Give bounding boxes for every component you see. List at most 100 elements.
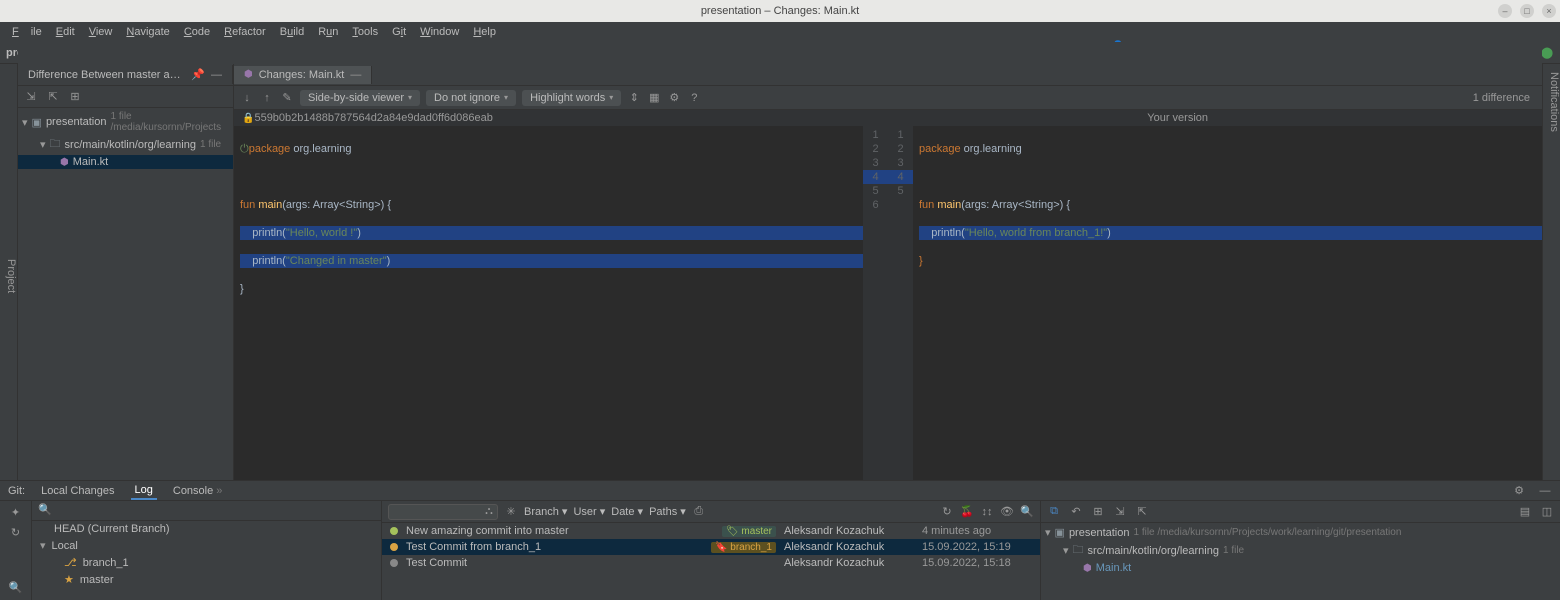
- menu-tools[interactable]: Tools: [346, 24, 384, 40]
- branch-item[interactable]: ★master: [32, 571, 381, 588]
- menu-window[interactable]: Window: [414, 24, 465, 40]
- revert-icon[interactable]: ↶: [1069, 505, 1083, 519]
- filter-paths[interactable]: Paths ▾: [649, 505, 686, 518]
- ignore-dropdown[interactable]: Do not ignore: [426, 90, 516, 106]
- tree-root[interactable]: ▾▣ presentation 1 file /media/kursornn/P…: [1041, 525, 1560, 540]
- close-tab-icon[interactable]: —: [350, 69, 361, 81]
- next-change-icon[interactable]: ↑: [260, 91, 274, 105]
- right-pane[interactable]: package org.learning fun main(args: Arra…: [913, 126, 1542, 480]
- options-icon[interactable]: ↕↕: [980, 505, 994, 519]
- star-icon: ★: [64, 573, 74, 586]
- search-icon[interactable]: 🔍: [9, 580, 23, 594]
- commit-row[interactable]: New amazing commit into master🏷 masterAl…: [382, 523, 1040, 539]
- pin-icon[interactable]: 📌: [191, 68, 205, 81]
- sync-scroll-icon[interactable]: ▦: [647, 91, 661, 105]
- ide-updates-icon[interactable]: ⬤: [1540, 46, 1554, 60]
- menu-help[interactable]: Help: [467, 24, 502, 40]
- commit-dot-icon: [390, 559, 398, 567]
- expand-icon[interactable]: ⇲: [24, 90, 38, 104]
- tree-folder[interactable]: ▾ 🗀 src/main/kotlin/org/learning 1 file: [1041, 540, 1560, 561]
- highlight-dropdown[interactable]: Highlight words: [522, 90, 621, 106]
- changes-tree: ▾▣ presentation 1 file /media/kursornn/P…: [18, 108, 233, 171]
- menu-navigate[interactable]: Navigate: [120, 24, 175, 40]
- menu-code[interactable]: Code: [178, 24, 216, 40]
- close-tab-icon[interactable]: —: [211, 69, 222, 81]
- commit-hash: 559b0b2b1488b787564d2a84e9dad0ff6d086eab: [254, 112, 492, 124]
- detail-tree: ▾▣ presentation 1 file /media/kursornn/P…: [1041, 523, 1560, 577]
- jump-source-icon[interactable]: ✎: [280, 91, 294, 105]
- tree-file[interactable]: ⬢ Main.kt: [18, 155, 233, 169]
- collapse-unchanged-icon[interactable]: ⇕: [627, 91, 641, 105]
- bottom-tabs: Git: Local Changes Log Console » ⚙ —: [0, 481, 1560, 501]
- revision-bar: 🔒 559b0b2b1488b787564d2a84e9dad0ff6d086e…: [234, 110, 1542, 126]
- commit-row[interactable]: Test CommitAleksandr Kozachuk15.09.2022,…: [382, 555, 1040, 571]
- preview-icon[interactable]: ▤: [1518, 505, 1532, 519]
- right-tool-stripe[interactable]: Notifications: [1542, 64, 1560, 480]
- bottom-panel: Git: Local Changes Log Console » ⚙ — ✦ ↻…: [0, 480, 1560, 600]
- menu-build[interactable]: Build: [274, 24, 310, 40]
- menu-file[interactable]: File: [6, 24, 48, 40]
- bottom-label-git: Git:: [8, 485, 25, 497]
- filter-icon[interactable]: ⛬: [482, 505, 496, 519]
- left-code[interactable]: ⏻package org.learning fun main(args: Arr…: [234, 126, 863, 480]
- collapse-icon[interactable]: ⇱: [46, 90, 60, 104]
- help-icon[interactable]: ?: [687, 91, 701, 105]
- regex-icon[interactable]: ✳: [504, 505, 518, 519]
- tree-root[interactable]: ▾▣ presentation 1 file /media/kursornn/P…: [18, 110, 233, 134]
- prev-change-icon[interactable]: ↓: [240, 91, 254, 105]
- branch-item[interactable]: ⎇branch_1: [32, 554, 381, 571]
- right-code[interactable]: package org.learning fun main(args: Arra…: [913, 126, 1542, 480]
- commit-dot-icon: [390, 527, 398, 535]
- left-tool-stripe[interactable]: Project: [0, 64, 18, 480]
- collapse-icon[interactable]: ⇱: [1135, 505, 1149, 519]
- menu-run[interactable]: Run: [312, 24, 344, 40]
- branch-search[interactable]: 🔍: [32, 501, 381, 521]
- cherry-pick-icon[interactable]: 🍒: [960, 505, 974, 519]
- find-icon[interactable]: 🔍: [1020, 505, 1034, 519]
- close-button[interactable]: ×: [1542, 4, 1556, 18]
- maximize-button[interactable]: □: [1520, 4, 1534, 18]
- branch-local-group[interactable]: ▾Local: [32, 537, 381, 554]
- filter-branch[interactable]: Branch ▾: [524, 505, 567, 518]
- minimize-button[interactable]: –: [1498, 4, 1512, 18]
- layout-icon[interactable]: ◫: [1540, 505, 1554, 519]
- hide-icon[interactable]: —: [1538, 484, 1552, 498]
- settings-icon[interactable]: ⚙: [667, 91, 681, 105]
- tab-diff[interactable]: Difference Between master and branch_1 📌…: [18, 65, 233, 84]
- group-icon[interactable]: ⊞: [1091, 505, 1105, 519]
- tab-log[interactable]: Log: [131, 482, 157, 500]
- filter-date[interactable]: Date ▾: [611, 505, 643, 518]
- view-icon[interactable]: 👁: [1000, 505, 1014, 519]
- commits-pane: ⛬ ✳ Branch ▾ User ▾ Date ▾ Paths ▾ ⎙ ↻ 🍒…: [382, 501, 1040, 600]
- expand-icon[interactable]: ⇲: [1113, 505, 1127, 519]
- commit-toolbar: ⛬ ✳ Branch ▾ User ▾ Date ▾ Paths ▾ ⎙ ↻ 🍒…: [382, 501, 1040, 523]
- module-icon: ▣: [1055, 526, 1065, 539]
- menu-refactor[interactable]: Refactor: [218, 24, 272, 40]
- tree-file[interactable]: ⬢ Main.kt: [1041, 561, 1560, 575]
- menu-view[interactable]: View: [83, 24, 119, 40]
- filter-user[interactable]: User ▾: [573, 505, 605, 518]
- viewer-dropdown[interactable]: Side-by-side viewer: [300, 90, 420, 106]
- group-icon[interactable]: ⊞: [68, 90, 82, 104]
- tab-changes[interactable]: ⬢ Changes: Main.kt —: [234, 66, 372, 84]
- commit-row[interactable]: Test Commit from branch_1🔖 branch_1Aleks…: [382, 539, 1040, 555]
- commit-message: New amazing commit into master: [406, 525, 714, 537]
- diff-icon[interactable]: ⧉: [1047, 505, 1061, 519]
- gear-icon[interactable]: ⚙: [1512, 484, 1526, 498]
- tree-folder[interactable]: ▾ 🗀 src/main/kotlin/org/learning 1 file: [18, 134, 233, 155]
- commit-detail-pane: ⧉ ↶ ⊞ ⇲ ⇱ ▤ ◫ ▾▣ presentation 1 file /me…: [1040, 501, 1560, 600]
- menu-git[interactable]: Git: [386, 24, 412, 40]
- module-icon: ▣: [32, 116, 42, 129]
- branch-head[interactable]: HEAD (Current Branch): [32, 521, 381, 537]
- left-pane[interactable]: ⏻package org.learning fun main(args: Arr…: [234, 126, 863, 480]
- tab-local-changes[interactable]: Local Changes: [37, 483, 118, 499]
- menu-edit[interactable]: Edit: [50, 24, 81, 40]
- window-title: presentation – Changes: Main.kt: [701, 5, 859, 17]
- lock-icon: 🔒: [242, 113, 254, 124]
- refresh-icon[interactable]: ↻: [940, 505, 954, 519]
- diff-count: 1 difference: [1473, 92, 1536, 104]
- refresh-icon[interactable]: ↻: [9, 525, 23, 539]
- star-branch-icon[interactable]: ✦: [9, 505, 23, 519]
- tab-console[interactable]: Console »: [169, 483, 227, 499]
- intellisort-icon[interactable]: ⎙: [692, 505, 706, 519]
